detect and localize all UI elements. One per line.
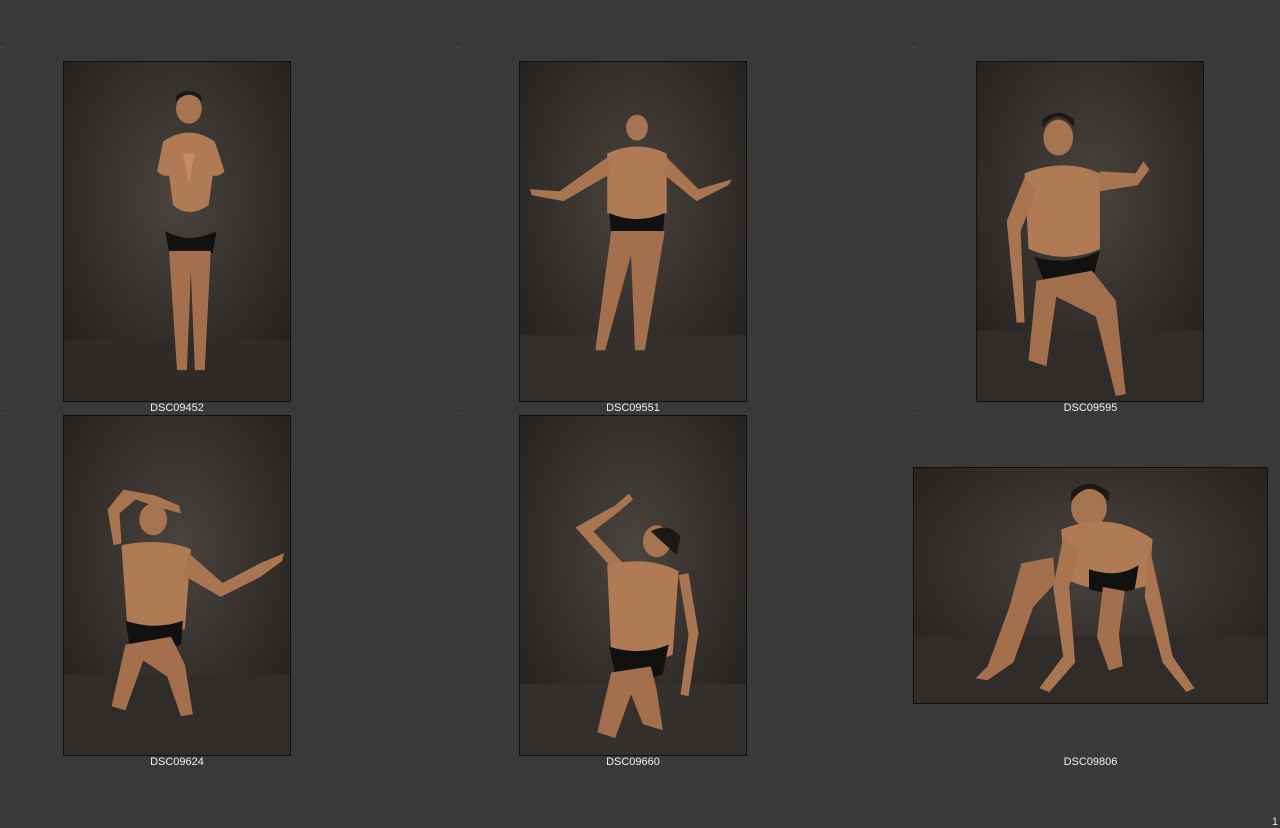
registration-tick — [456, 47, 460, 48]
photo-caption: DSC09660 — [606, 756, 660, 768]
photo-image — [977, 62, 1203, 401]
registration-tick — [0, 47, 4, 48]
photo-thumbnail[interactable] — [976, 61, 1204, 402]
thumbnail-cell[interactable]: DSC09595 — [912, 60, 1280, 414]
page-number: 1 — [1271, 816, 1278, 828]
thumbnail-cell[interactable]: DSC09624 — [0, 414, 456, 768]
photo-caption: DSC09806 — [1063, 756, 1118, 768]
photo-thumbnail[interactable] — [913, 467, 1268, 704]
photo-caption: DSC09624 — [150, 756, 204, 768]
registration-tick — [912, 47, 916, 48]
photo-image — [64, 62, 290, 401]
thumbnail-cell[interactable]: DSC09452 — [0, 60, 456, 414]
photo-image — [64, 416, 290, 755]
photo-image — [520, 416, 746, 755]
thumbnail-cell[interactable]: DSC09551 — [456, 60, 912, 414]
photo-image — [520, 62, 746, 401]
photo-thumbnail[interactable] — [63, 415, 291, 756]
photo-image — [914, 468, 1267, 703]
thumbnail-cell[interactable]: DSC09806 — [912, 414, 1280, 768]
photo-thumbnail[interactable] — [63, 61, 291, 402]
thumbnail-cell[interactable]: DSC09660 — [456, 414, 912, 768]
contact-sheet-page: DSC09452 DSC09551 DSC09595 DSC09624 DSC0… — [0, 0, 1280, 828]
photo-thumbnail[interactable] — [519, 61, 747, 402]
photo-thumbnail[interactable] — [519, 415, 747, 756]
